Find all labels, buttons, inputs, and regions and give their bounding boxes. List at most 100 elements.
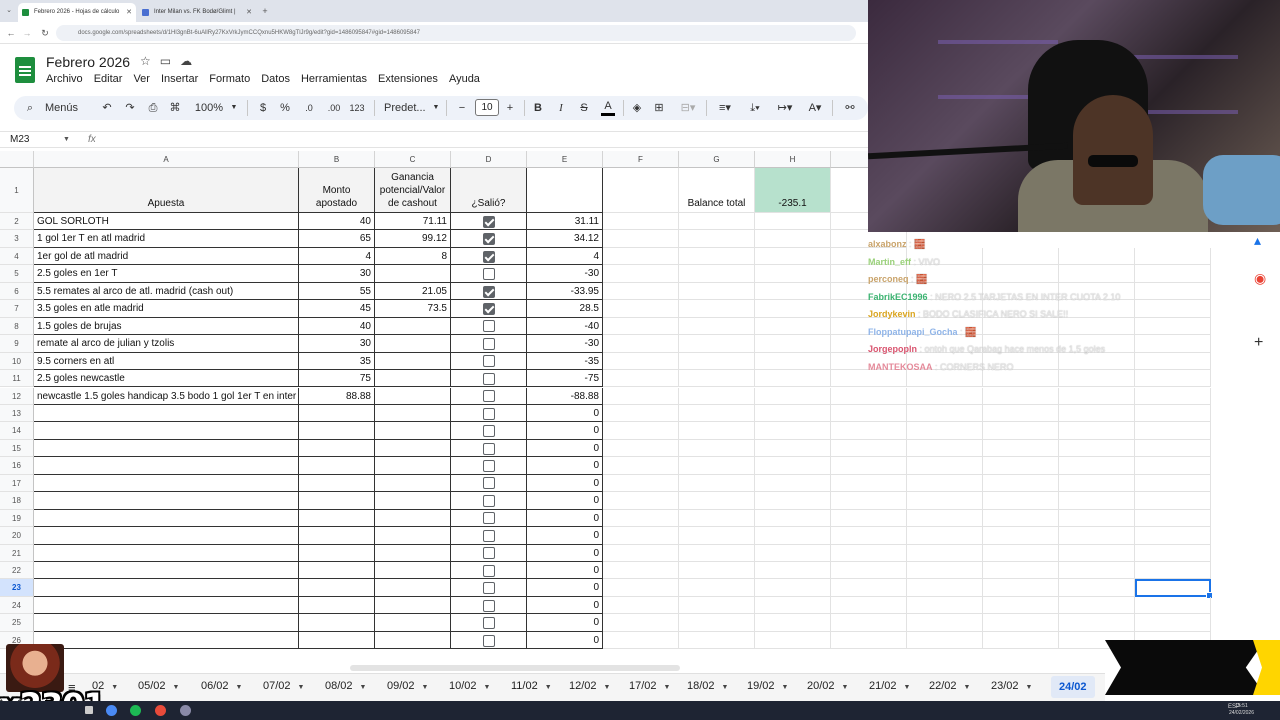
active-cell-selection[interactable] [1135, 579, 1213, 600]
empty-cell[interactable] [983, 579, 1059, 597]
increase-decimal-button[interactable]: .00 [325, 96, 343, 120]
empty-cell[interactable] [831, 544, 907, 562]
empty-cell[interactable] [679, 265, 755, 283]
font-select[interactable]: Predet... [384, 96, 428, 120]
empty-cell[interactable] [755, 352, 831, 371]
empty-cell[interactable] [603, 335, 679, 353]
cell-c[interactable] [375, 317, 451, 336]
cell-d[interactable] [451, 562, 527, 580]
search-menus-button[interactable]: Menús [45, 96, 81, 120]
row-header[interactable]: 11 [0, 370, 34, 388]
sheet-tab[interactable]: 19/02 ▼ [747, 680, 788, 692]
row-header[interactable]: 4 [0, 247, 34, 266]
empty-cell[interactable] [907, 387, 983, 405]
print-icon[interactable]: ⎙ [146, 96, 160, 120]
text-rotation-icon[interactable]: A▾ [804, 96, 826, 120]
cell-d[interactable] [451, 527, 527, 545]
empty-cell[interactable] [983, 614, 1059, 632]
row-header[interactable]: 15 [0, 439, 34, 458]
empty-cell[interactable] [1059, 474, 1135, 493]
cell-c[interactable]: 71.11 [375, 213, 451, 231]
cell-c[interactable] [375, 439, 451, 458]
cell-d[interactable] [451, 370, 527, 388]
cell-a[interactable]: 1.5 goles de brujas [34, 317, 299, 336]
obs-icon[interactable] [155, 705, 166, 716]
row-header[interactable]: 1 [0, 168, 34, 213]
empty-cell[interactable] [603, 352, 679, 371]
checkbox[interactable] [483, 233, 495, 246]
font-size-input[interactable]: 10 [475, 99, 499, 116]
chevron-down-icon[interactable]: ▼ [964, 684, 971, 691]
empty-cell[interactable] [907, 404, 983, 423]
row-header[interactable]: 17 [0, 474, 34, 493]
column-header[interactable]: F [603, 151, 679, 168]
cell-a[interactable] [34, 439, 299, 458]
empty-cell[interactable] [1135, 422, 1211, 440]
empty-cell[interactable] [679, 404, 755, 423]
sheet-tab[interactable]: 08/02 ▼ [325, 680, 366, 692]
empty-cell[interactable] [983, 631, 1059, 650]
cell-e[interactable]: 0 [527, 509, 603, 528]
empty-cell[interactable] [1059, 527, 1135, 545]
cell-e[interactable]: -35 [527, 352, 603, 371]
cell-a[interactable]: 3.5 goles en atle madrid [34, 300, 299, 318]
sheet-tab[interactable]: 11/02 ▼ [511, 680, 552, 692]
empty-cell[interactable] [679, 596, 755, 615]
row-header[interactable]: 2 [0, 213, 34, 231]
empty-cell[interactable] [679, 439, 755, 458]
cell-b[interactable]: 45 [299, 300, 375, 318]
empty-cell[interactable] [831, 474, 907, 493]
cell-e[interactable]: 0 [527, 422, 603, 440]
empty-cell[interactable] [679, 509, 755, 528]
sheet-tab[interactable]: 06/02 ▼ [201, 680, 242, 692]
empty-cell[interactable] [679, 352, 755, 371]
cell-a[interactable]: newcastle 1.5 goles handicap 3.5 bodo 1 … [34, 387, 299, 405]
cell-b[interactable]: 30 [299, 265, 375, 283]
empty-cell[interactable] [1059, 404, 1135, 423]
row-header[interactable]: 25 [0, 614, 34, 632]
menu-formato[interactable]: Formato [209, 72, 250, 86]
empty-cell[interactable] [831, 439, 907, 458]
empty-cell[interactable] [907, 562, 983, 580]
cell-d[interactable] [451, 474, 527, 493]
sheet-tab[interactable]: 10/02 ▼ [449, 680, 490, 692]
cell-a[interactable]: 5.5 remates al arco de atl. madrid (cash… [34, 282, 299, 301]
browser-tab-sheets[interactable]: Febrero 2026 - Hojas de cálculo ✕ [18, 3, 136, 22]
cell-b[interactable]: 75 [299, 370, 375, 388]
cell-c[interactable]: 99.12 [375, 230, 451, 248]
text-wrap-icon[interactable]: ↦▾ [774, 96, 796, 120]
empty-cell[interactable] [755, 544, 831, 562]
menu-ayuda[interactable]: Ayuda [449, 72, 480, 86]
empty-cell[interactable] [755, 265, 831, 283]
chrome-icon[interactable] [106, 705, 117, 716]
checkbox[interactable] [483, 425, 495, 438]
row-header[interactable]: 20 [0, 527, 34, 545]
empty-cell[interactable] [983, 527, 1059, 545]
row-header[interactable]: 8 [0, 317, 34, 336]
empty-cell[interactable] [755, 474, 831, 493]
url-input[interactable]: docs.google.com/spreadsheets/d/1Hl3gnBt-… [56, 25, 856, 41]
cell-b[interactable] [299, 527, 375, 545]
chevron-down-icon[interactable]: ▼ [664, 684, 671, 691]
header-cell-c[interactable]: Ganancia potencial/Valor de cashout [375, 168, 451, 213]
add-addon-icon[interactable]: + [1254, 334, 1263, 352]
chevron-down-icon[interactable]: ▼ [236, 684, 243, 691]
cell-c[interactable] [375, 335, 451, 353]
chat-username[interactable]: FabrikEC1996 [868, 292, 928, 302]
chevron-down-icon[interactable]: ▼ [173, 684, 180, 691]
empty-cell[interactable] [1135, 492, 1211, 510]
empty-cell[interactable] [1059, 579, 1135, 597]
cell-c[interactable] [375, 614, 451, 632]
empty-cell[interactable] [679, 282, 755, 301]
menu-herramientas[interactable]: Herramientas [301, 72, 367, 86]
row-header[interactable]: 13 [0, 404, 34, 423]
name-box[interactable]: M23 [10, 133, 29, 147]
select-all-corner[interactable] [0, 151, 34, 168]
empty-cell[interactable] [755, 247, 831, 266]
empty-cell[interactable] [831, 492, 907, 510]
cell-d[interactable] [451, 352, 527, 371]
empty-cell[interactable] [1135, 404, 1211, 423]
empty-cell[interactable] [1135, 457, 1211, 475]
cell-b[interactable] [299, 614, 375, 632]
chevron-down-icon[interactable]: ▼ [782, 684, 789, 691]
